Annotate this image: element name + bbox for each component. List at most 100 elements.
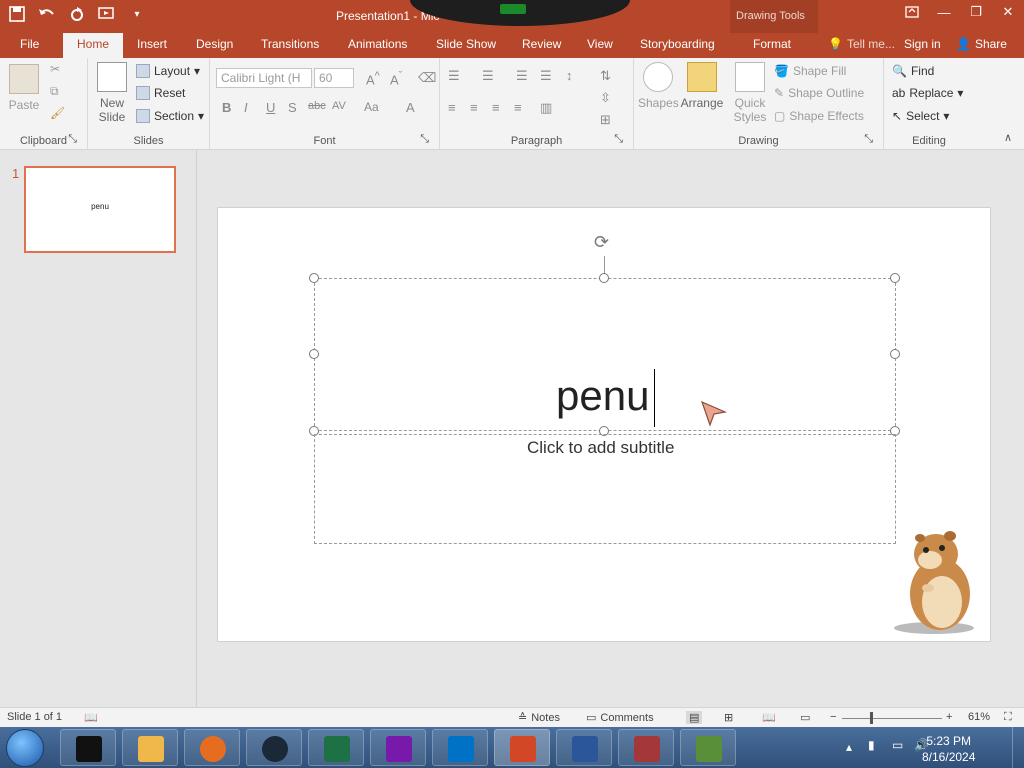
- clipboard-launcher-icon[interactable]: ⤡: [68, 133, 77, 146]
- start-slideshow-icon[interactable]: [96, 3, 118, 25]
- tab-view[interactable]: View: [587, 37, 613, 51]
- taskbar-powerpoint[interactable]: [494, 729, 550, 766]
- font-color-icon[interactable]: A: [406, 100, 415, 115]
- align-left-icon[interactable]: ≡: [448, 100, 456, 115]
- text-direction-icon[interactable]: ⇅: [600, 68, 611, 84]
- normal-view-icon[interactable]: ▤: [686, 711, 703, 724]
- increase-indent-icon[interactable]: ☰: [540, 68, 552, 84]
- columns-icon[interactable]: ▥: [540, 100, 552, 116]
- shape-fill-button[interactable]: 🪣 Shape Fill: [774, 64, 846, 78]
- resize-handle-icon[interactable]: [309, 273, 319, 283]
- sign-in-link[interactable]: Sign in: [904, 37, 941, 51]
- font-launcher-icon[interactable]: ⤡: [420, 133, 429, 146]
- fit-to-window-icon[interactable]: ⛶: [1004, 711, 1012, 724]
- copy-icon[interactable]: ⧉: [50, 84, 59, 99]
- drawing-launcher-icon[interactable]: ⤡: [864, 133, 873, 146]
- font-size-box[interactable]: 60: [314, 68, 354, 88]
- system-clock[interactable]: 5:23 PM 8/16/2024: [922, 733, 975, 765]
- justify-icon[interactable]: ≡: [514, 100, 522, 115]
- character-spacing-icon[interactable]: AV: [332, 100, 346, 112]
- tray-app-icon[interactable]: ▮: [868, 738, 875, 752]
- layout-button[interactable]: Layout ▾: [136, 64, 200, 78]
- windows-start-icon[interactable]: [6, 729, 44, 767]
- rotate-handle-icon[interactable]: ⟳: [594, 232, 609, 253]
- subtitle-placeholder-text[interactable]: Click to add subtitle: [527, 438, 674, 458]
- zoom-slider-thumb[interactable]: [870, 712, 873, 724]
- taskbar-steam[interactable]: [246, 729, 302, 766]
- tab-storyboarding[interactable]: Storyboarding: [640, 37, 715, 51]
- paragraph-launcher-icon[interactable]: ⤡: [614, 133, 623, 146]
- cut-icon[interactable]: ✂: [50, 62, 60, 76]
- resize-handle-icon[interactable]: [890, 349, 900, 359]
- share-button[interactable]: 👤 Share: [956, 37, 1007, 51]
- resize-handle-icon[interactable]: [890, 273, 900, 283]
- taskbar-terminal[interactable]: [60, 729, 116, 766]
- notes-button[interactable]: ≙ Notes: [518, 711, 560, 725]
- taskbar-minecraft[interactable]: [680, 729, 736, 766]
- paste-button[interactable]: Paste: [6, 64, 42, 112]
- tab-file[interactable]: File: [20, 37, 39, 51]
- slideshow-view-icon[interactable]: ▭: [800, 711, 810, 724]
- numbering-icon[interactable]: ☰: [482, 68, 494, 84]
- resize-handle-icon[interactable]: [309, 349, 319, 359]
- shapes-button[interactable]: Shapes: [638, 62, 679, 110]
- redo-icon[interactable]: [66, 3, 88, 25]
- slide-sorter-icon[interactable]: ⊞: [724, 711, 733, 724]
- zoom-in-icon[interactable]: +: [946, 711, 952, 723]
- decrease-indent-icon[interactable]: ☰: [516, 68, 528, 84]
- italic-icon[interactable]: I: [244, 100, 248, 115]
- undo-icon[interactable]: [36, 3, 58, 25]
- tab-slideshow[interactable]: Slide Show: [436, 37, 496, 51]
- comments-button[interactable]: ▭ Comments: [586, 711, 654, 725]
- replace-button[interactable]: ab Replace ▾: [892, 86, 963, 100]
- tab-home[interactable]: Home: [63, 33, 124, 59]
- tab-animations[interactable]: Animations: [348, 37, 407, 51]
- section-button[interactable]: Section ▾: [136, 109, 204, 123]
- shrink-font-icon[interactable]: Aˇ: [390, 70, 402, 87]
- smartart-icon[interactable]: ⊞: [600, 112, 611, 128]
- taskbar-access[interactable]: [618, 729, 674, 766]
- quick-styles-button[interactable]: Quick Styles: [730, 62, 770, 124]
- zoom-out-icon[interactable]: −: [830, 711, 836, 723]
- spell-check-icon[interactable]: 📖: [84, 711, 98, 724]
- bullets-icon[interactable]: ☰: [448, 68, 460, 84]
- tab-format[interactable]: Format: [753, 37, 791, 51]
- change-case-icon[interactable]: Aa: [364, 100, 379, 114]
- taskbar-word[interactable]: [556, 729, 612, 766]
- reset-button[interactable]: Reset: [136, 86, 185, 100]
- underline-icon[interactable]: U: [266, 100, 275, 115]
- find-button[interactable]: 🔍 Find: [892, 64, 934, 78]
- shape-effects-button[interactable]: ▢ Shape Effects: [774, 109, 864, 123]
- collapse-ribbon-icon[interactable]: ∧: [1004, 131, 1012, 144]
- network-icon[interactable]: ▭: [892, 738, 903, 752]
- font-name-box[interactable]: Calibri Light (H: [216, 68, 312, 88]
- customize-qat-icon[interactable]: ▾: [126, 3, 148, 25]
- taskbar-excel[interactable]: [308, 729, 364, 766]
- ribbon-display-options-icon[interactable]: [896, 0, 928, 24]
- zoom-level[interactable]: 61%: [968, 711, 990, 723]
- bold-icon[interactable]: B: [222, 100, 231, 115]
- tab-transitions[interactable]: Transitions: [261, 37, 319, 51]
- taskbar-media-player[interactable]: [122, 729, 178, 766]
- tell-me-box[interactable]: 💡 Tell me...: [828, 37, 895, 51]
- taskbar-firefox[interactable]: [184, 729, 240, 766]
- line-spacing-icon[interactable]: ↕: [566, 68, 573, 83]
- align-right-icon[interactable]: ≡: [492, 100, 500, 115]
- shape-outline-button[interactable]: ✎ Shape Outline: [774, 86, 864, 100]
- show-desktop-button[interactable]: [1012, 727, 1024, 768]
- strikethrough-icon[interactable]: abc: [308, 100, 326, 112]
- slide-title-text[interactable]: penu: [556, 372, 649, 420]
- tab-insert[interactable]: Insert: [137, 37, 167, 51]
- zoom-slider[interactable]: [842, 718, 942, 719]
- reading-view-icon[interactable]: 📖: [762, 711, 776, 724]
- minimize-icon[interactable]: —: [928, 0, 960, 24]
- restore-icon[interactable]: ❐: [960, 0, 992, 24]
- tray-expand-icon[interactable]: ▴: [846, 740, 852, 754]
- format-painter-icon[interactable]: 🖌: [50, 106, 65, 120]
- select-button[interactable]: ↖ Select ▾: [892, 109, 949, 123]
- align-text-icon[interactable]: ⇳: [600, 90, 611, 106]
- clear-formatting-icon[interactable]: ⌫: [418, 70, 436, 86]
- new-slide-button[interactable]: New Slide: [94, 62, 130, 124]
- resize-handle-icon[interactable]: [599, 273, 609, 283]
- slide-thumbnail[interactable]: penu: [24, 166, 176, 253]
